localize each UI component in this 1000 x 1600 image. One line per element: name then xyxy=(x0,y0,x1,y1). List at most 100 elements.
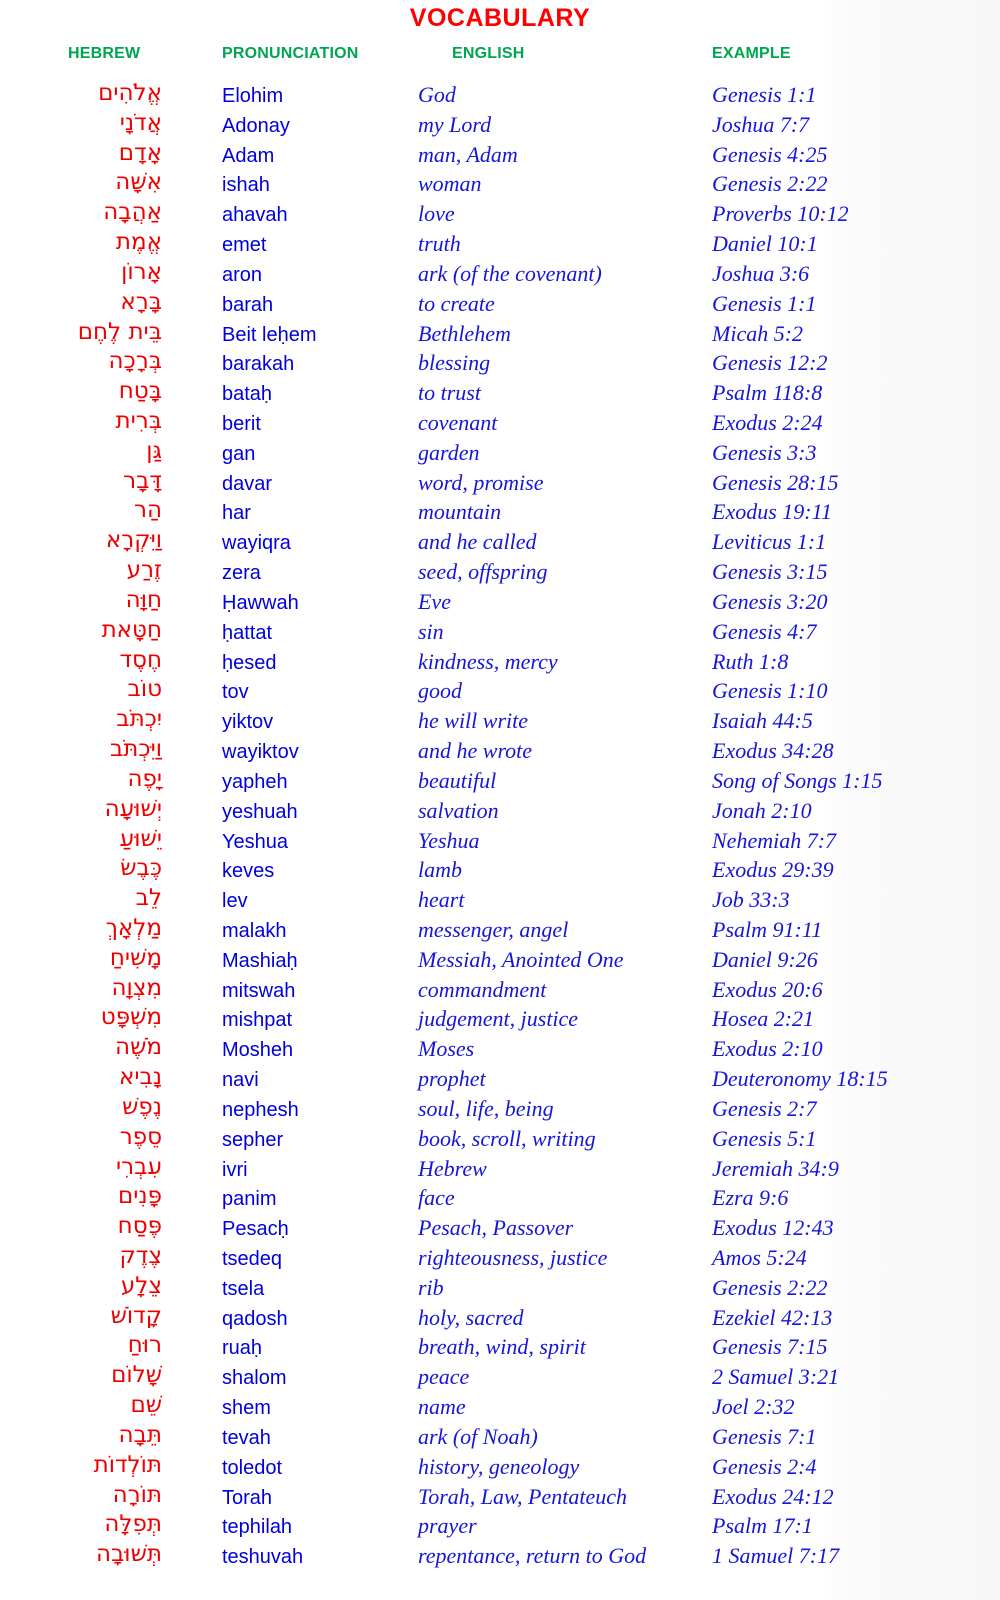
pronunciation-text: lev xyxy=(222,890,248,913)
table-row: חֶסֶד ḥesed kindness, mercy Ruth 1:8 xyxy=(0,647,1000,679)
hebrew-word: תְּפִלָּה xyxy=(104,1511,162,1538)
hebrew-word: כֶּבֶשׂ xyxy=(120,855,162,882)
table-row: בָּרָא barah to create Genesis 1:1 xyxy=(0,288,1000,321)
hebrew-word: יִכְתֹּב xyxy=(116,706,162,733)
pronunciation-text: wayiqra xyxy=(222,532,291,555)
table-row: בָּטַח bataḥ to trust Psalm 118:8 xyxy=(0,378,1000,410)
scripture-reference: Joshua 7:7 xyxy=(712,111,810,137)
table-row: צֵלָע tsela rib Genesis 2:22 xyxy=(0,1273,1000,1305)
pronunciation-text: ḥesed xyxy=(222,651,277,674)
table-row: לֵב lev heart Job 33:3 xyxy=(0,885,1000,917)
vocabulary-rows: אֱלֹהִים Elohim God Genesis 1:1 אֲדֹנָי Adona… xyxy=(0,0,1000,1600)
hebrew-word: יְשׁוּעָה xyxy=(104,795,162,822)
english-meaning: prayer xyxy=(418,1513,477,1539)
hebrew-word: תֵּבָה xyxy=(118,1421,162,1448)
pronunciation-text: Beit leḥem xyxy=(222,323,317,346)
pronunciation-text: teshuvah xyxy=(222,1546,304,1569)
hebrew-word: נָבִיא xyxy=(118,1064,162,1091)
hebrew-word: צֶדֶק xyxy=(119,1242,162,1269)
pronunciation-text: yapheh xyxy=(222,770,288,793)
hebrew-word: חַוָּה xyxy=(125,586,162,613)
english-meaning: seed, offspring xyxy=(418,559,548,585)
table-row: שָׁלוֹם shalom peace 2 Samuel 3:21 xyxy=(0,1362,1000,1394)
pronunciation-text: panim xyxy=(222,1188,277,1211)
pronunciation-text: tephilah xyxy=(222,1516,293,1539)
hebrew-word: בְּרִית xyxy=(115,408,162,435)
pronunciation-text: Mosheh xyxy=(222,1039,294,1062)
english-meaning: salvation xyxy=(418,797,499,823)
hebrew-word: לֵב xyxy=(135,885,162,912)
english-meaning: Bethlehem xyxy=(418,320,511,346)
scripture-reference: Genesis 28:15 xyxy=(712,469,839,495)
scripture-reference: Genesis 5:1 xyxy=(712,1125,817,1151)
english-meaning: heart xyxy=(418,887,465,913)
english-meaning: Eve xyxy=(418,588,451,614)
hebrew-word: אָדָם xyxy=(118,139,162,166)
scripture-reference: Daniel 10:1 xyxy=(712,231,818,257)
pronunciation-text: ḥattat xyxy=(222,621,273,644)
pronunciation-text: emet xyxy=(222,234,267,257)
hebrew-word: טוֹב xyxy=(127,676,162,703)
pronunciation-text: har xyxy=(222,502,251,525)
pronunciation-text: Adam xyxy=(222,144,275,167)
table-row: וַיִּכְתֹּב wayiktov and he wrote Exodus 34… xyxy=(0,736,1000,768)
table-row: יָפֶה yapheh beautiful Song of Songs 1:15 xyxy=(0,766,1000,798)
pronunciation-text: mishpat xyxy=(222,1009,293,1032)
table-row: מֹשֶׁה Mosheh Moses Exodus 2:10 xyxy=(0,1034,1000,1066)
hebrew-word: אִשָּׁה xyxy=(115,169,162,196)
table-row: צֶדֶק tsedeq righteousness, justice Amos 5:… xyxy=(0,1242,1000,1275)
english-meaning: Torah, Law, Pentateuch xyxy=(418,1483,628,1509)
scripture-reference: Exodus 2:10 xyxy=(712,1036,823,1062)
pronunciation-text: shalom xyxy=(222,1367,287,1390)
scripture-reference: Joshua 3:6 xyxy=(712,260,810,286)
pronunciation-text: navi xyxy=(222,1069,259,1092)
english-meaning: love xyxy=(418,201,455,227)
english-meaning: Hebrew xyxy=(418,1155,487,1181)
scripture-reference: Genesis 7:1 xyxy=(712,1423,817,1449)
hebrew-word: בֵּית לֶחֶם xyxy=(77,318,162,345)
scripture-reference: Daniel 9:26 xyxy=(712,946,818,972)
english-meaning: judgement, justice xyxy=(418,1006,579,1032)
table-row: תּוֹלְדוֹת toledot history, geneology Genes… xyxy=(0,1452,1000,1484)
english-meaning: beautiful xyxy=(418,767,497,793)
table-row: מִשְׁפָּט mishpat judgement, justice Hosea … xyxy=(0,1004,1000,1036)
scripture-reference: Genesis 4:7 xyxy=(712,618,817,644)
pronunciation-text: Pesacḥ xyxy=(222,1218,289,1241)
scripture-reference: Genesis 1:1 xyxy=(712,82,817,107)
scripture-reference: Genesis 1:1 xyxy=(712,290,817,316)
table-row: סֵפֶר sepher book, scroll, writing Genesis … xyxy=(0,1123,1000,1156)
pronunciation-text: Yeshua xyxy=(222,830,288,853)
table-row: נֶפֶשׁ nephesh soul, life, being Genesis 2:… xyxy=(0,1093,1000,1126)
english-meaning: good xyxy=(418,678,462,704)
table-row: בְּרִית berit covenant Exodus 2:24 xyxy=(0,408,1000,440)
pronunciation-text: Torah xyxy=(222,1486,273,1509)
pronunciation-text: yiktov xyxy=(222,711,274,734)
scripture-reference: Exodus 12:43 xyxy=(712,1215,834,1241)
english-meaning: to create xyxy=(418,290,495,316)
pronunciation-text: zera xyxy=(222,562,261,585)
hebrew-word: שֵׁם xyxy=(130,1392,162,1419)
scripture-reference: Nehemiah 7:7 xyxy=(712,827,837,853)
scripture-reference: Genesis 3:3 xyxy=(712,439,817,465)
table-row: תּוֹרָה Torah Torah, Law, Pentateuch Exodus… xyxy=(0,1482,1000,1514)
english-meaning: and he called xyxy=(418,529,537,555)
hebrew-word: סֵפֶר xyxy=(119,1123,162,1150)
hebrew-word: רוּחַ xyxy=(127,1332,162,1359)
table-row: גַּן gan garden Genesis 3:3 xyxy=(0,438,1000,470)
pronunciation-text: tevah xyxy=(222,1426,271,1449)
scripture-reference: 1 Samuel 7:17 xyxy=(712,1543,840,1569)
pronunciation-text: barakah xyxy=(222,353,295,376)
scripture-reference: Exodus 19:11 xyxy=(712,499,832,525)
hebrew-word: בָּרָא xyxy=(120,288,162,315)
hebrew-word: אֱלֹהִים xyxy=(98,80,162,106)
english-meaning: covenant xyxy=(418,410,498,436)
english-meaning: righteousness, justice xyxy=(418,1244,608,1270)
vocabulary-sheet: VOCABULARY HEBREW PRONUNCIATION ENGLISH … xyxy=(0,0,1000,1600)
english-meaning: garden xyxy=(418,439,480,465)
scripture-reference: Hosea 2:21 xyxy=(712,1006,815,1032)
english-meaning: ark (of the covenant) xyxy=(418,260,602,286)
english-meaning: Messiah, Anointed One xyxy=(418,946,624,972)
table-row: אָרוֹן aron ark (of the covenant) Joshua 3:… xyxy=(0,259,1000,291)
hebrew-word: נֶפֶשׁ xyxy=(122,1093,162,1120)
table-row: אַהֲבָה ahavah love Proverbs 10:12 xyxy=(0,199,1000,231)
